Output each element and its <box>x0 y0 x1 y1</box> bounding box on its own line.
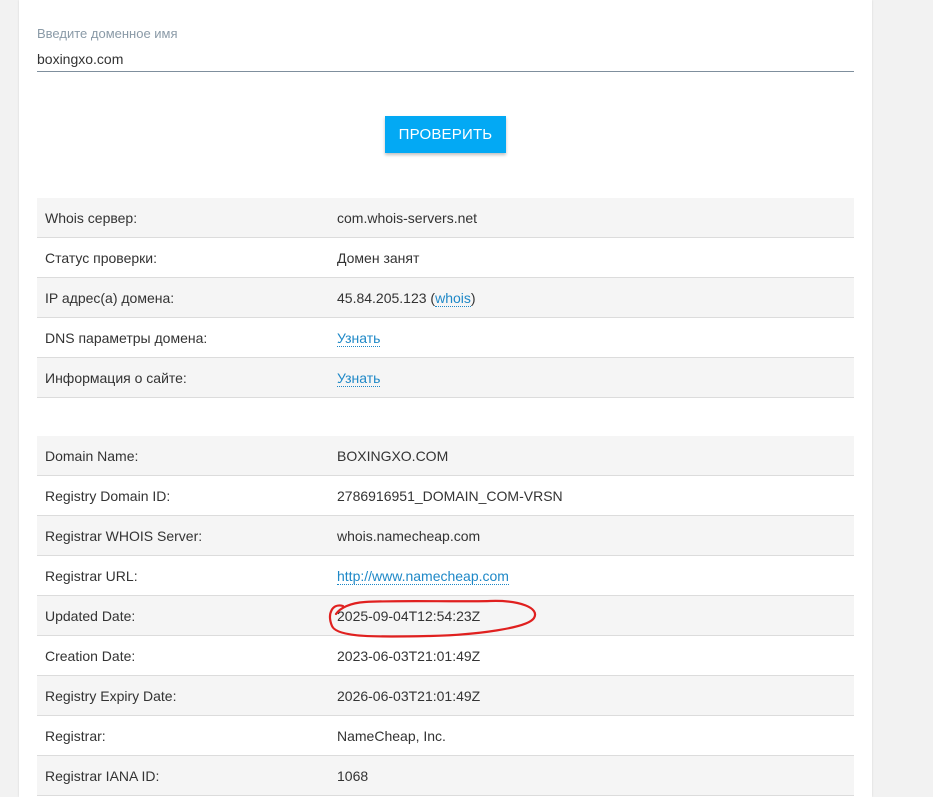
row-value: com.whois-servers.net <box>337 198 854 238</box>
site-info-link[interactable]: Узнать <box>337 369 381 387</box>
table-row: Registrar URL: http://www.namecheap.com <box>37 555 854 596</box>
table-row: DNS параметры домена: Узнать <box>37 317 854 358</box>
row-value: 45.84.205.123 (whois) <box>337 277 854 318</box>
table-row: Registrar: NameCheap, Inc. <box>37 715 854 756</box>
whois-card: Введите доменное имя ПРОВЕРИТЬ Whois сер… <box>19 0 872 797</box>
table-row: Registry Domain ID: 2786916951_DOMAIN_CO… <box>37 475 854 516</box>
domain-input[interactable] <box>37 47 854 72</box>
row-value: http://www.namecheap.com <box>337 555 854 596</box>
whois-record-table: Domain Name: BOXINGXO.COM Registry Domai… <box>37 436 854 796</box>
table-row: Updated Date: 2025-09-04T12:54:23Z <box>37 595 854 636</box>
row-value: Узнать <box>337 357 854 398</box>
row-key: Creation Date: <box>37 635 337 676</box>
row-key: Domain Name: <box>37 436 337 476</box>
row-value: 2023-06-03T21:01:49Z <box>337 635 854 676</box>
dns-lookup-link[interactable]: Узнать <box>337 329 381 347</box>
row-value: Узнать <box>337 317 854 358</box>
table-row: Registrar WHOIS Server: whois.namecheap.… <box>37 515 854 556</box>
row-key: IP адрес(а) домена: <box>37 277 337 318</box>
row-value: 2025-09-04T12:54:23Z <box>337 595 854 636</box>
row-key: DNS параметры домена: <box>37 317 337 358</box>
row-key: Registrar: <box>37 715 337 756</box>
row-key: Whois сервер: <box>37 198 337 238</box>
row-key: Статус проверки: <box>37 237 337 278</box>
registrar-url-link[interactable]: http://www.namecheap.com <box>337 567 509 585</box>
row-value: 1068 <box>337 755 854 796</box>
row-key: Registry Domain ID: <box>37 475 337 516</box>
summary-table: Whois сервер: com.whois-servers.net Стат… <box>37 198 854 398</box>
row-value: NameCheap, Inc. <box>337 715 854 756</box>
row-key: Registry Expiry Date: <box>37 675 337 716</box>
row-value: 2026-06-03T21:01:49Z <box>337 675 854 716</box>
domain-field-label: Введите доменное имя <box>37 26 178 41</box>
row-value: 2786916951_DOMAIN_COM-VRSN <box>337 475 854 516</box>
table-row: IP адрес(а) домена: 45.84.205.123 (whois… <box>37 277 854 318</box>
table-row: Информация о сайте: Узнать <box>37 357 854 398</box>
row-value: whois.namecheap.com <box>337 515 854 556</box>
check-button[interactable]: ПРОВЕРИТЬ <box>385 116 506 153</box>
row-key: Registrar URL: <box>37 555 337 596</box>
table-row: Registry Expiry Date: 2026-06-03T21:01:4… <box>37 675 854 716</box>
row-key: Информация о сайте: <box>37 357 337 398</box>
row-key: Updated Date: <box>37 595 337 636</box>
row-key: Registrar WHOIS Server: <box>37 515 337 556</box>
table-row: Registrar IANA ID: 1068 <box>37 755 854 796</box>
ip-address: 45.84.205.123 <box>337 289 427 306</box>
table-row: Whois сервер: com.whois-servers.net <box>37 198 854 238</box>
table-row: Статус проверки: Домен занят <box>37 237 854 278</box>
row-key: Registrar IANA ID: <box>37 755 337 796</box>
table-row: Creation Date: 2023-06-03T21:01:49Z <box>37 635 854 676</box>
row-value: BOXINGXO.COM <box>337 436 854 476</box>
table-row: Domain Name: BOXINGXO.COM <box>37 436 854 476</box>
ip-whois-link[interactable]: whois <box>435 289 471 307</box>
row-value: Домен занят <box>337 237 854 278</box>
